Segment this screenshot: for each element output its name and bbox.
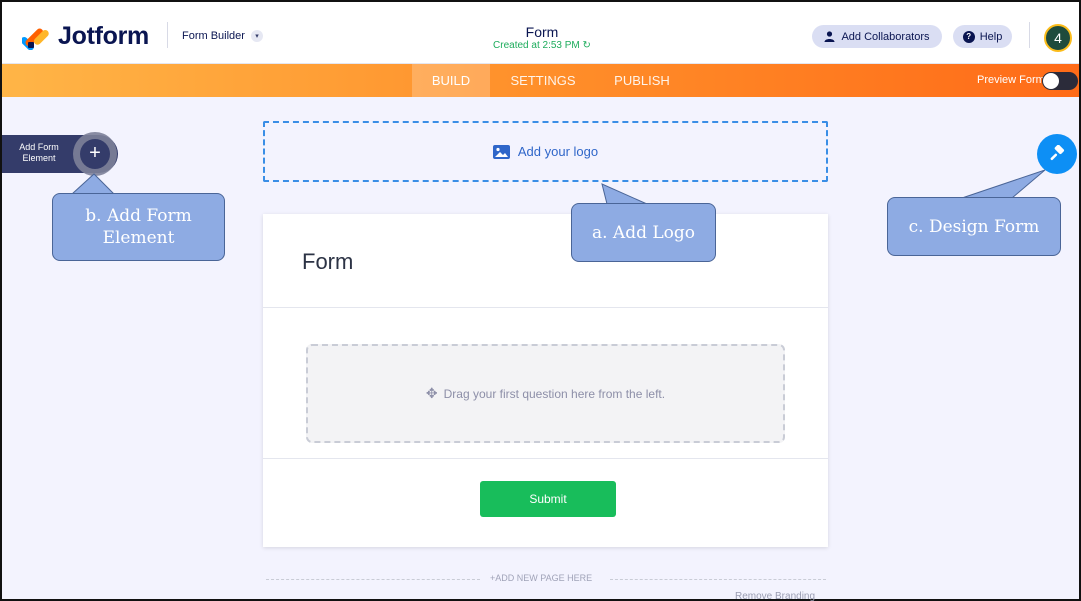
- form-card: Form ✥ Drag your first question here fro…: [263, 214, 828, 547]
- tab-build[interactable]: BUILD: [412, 64, 490, 97]
- top-header: Jotform Form Builder ▾ Form Created at 2…: [2, 2, 1079, 64]
- chevron-down-icon: ▾: [250, 30, 263, 42]
- jotform-logo[interactable]: Jotform: [22, 22, 149, 51]
- callout-c-text: c. Design Form: [908, 216, 1040, 237]
- avatar-badge: 4: [1054, 30, 1062, 46]
- tab-publish[interactable]: PUBLISH: [602, 64, 682, 97]
- builder-select-label: Form Builder: [182, 30, 245, 42]
- image-icon: [492, 144, 510, 159]
- add-collaborators-label: Add Collaborators: [841, 30, 930, 43]
- question-drop-zone[interactable]: ✥ Drag your first question here from the…: [306, 344, 785, 443]
- help-label: Help: [979, 30, 1003, 43]
- add-page-line-right: [610, 579, 826, 580]
- avatar[interactable]: 4: [1044, 24, 1072, 52]
- callout-c-pointer: [961, 169, 1046, 199]
- callout-b-text: b. Add Form Element: [85, 206, 192, 248]
- add-collaborators-button[interactable]: Add Collaborators: [812, 25, 942, 48]
- callout-add-logo: a. Add Logo: [571, 203, 716, 262]
- refresh-icon: ↻: [582, 40, 591, 51]
- form-title-block: Form Created at 2:53 PM ↻: [442, 24, 642, 52]
- toggle-knob: [1043, 73, 1059, 89]
- form-heading[interactable]: Form: [302, 249, 353, 275]
- created-time: Created at 2:53 PM: [493, 40, 580, 51]
- callout-design-form: c. Design Form: [887, 197, 1061, 256]
- builder-select[interactable]: Form Builder ▾: [182, 30, 263, 42]
- preview-form-label: Preview Form: [977, 74, 1045, 86]
- paint-roller-icon: [1050, 145, 1065, 161]
- drop-hint: Drag your first question here from the l…: [443, 386, 666, 401]
- form-designer-button[interactable]: [1037, 134, 1077, 174]
- add-new-page-link[interactable]: +ADD NEW PAGE HERE: [490, 573, 592, 583]
- card-divider-bottom: [263, 458, 828, 459]
- add-form-element-button[interactable]: +: [80, 139, 110, 169]
- jotform-logo-icon: [22, 28, 49, 50]
- form-title[interactable]: Form: [442, 24, 642, 40]
- move-icon: ✥: [425, 385, 438, 401]
- remove-branding-link[interactable]: Remove Branding: [735, 591, 815, 601]
- callout-a-text: a. Add Logo: [591, 222, 696, 243]
- help-icon: ?: [962, 30, 975, 43]
- add-form-element-label: Add Form Element: [19, 142, 59, 163]
- header-divider-right: [1029, 22, 1030, 48]
- add-logo-area[interactable]: Add your logo: [263, 121, 828, 182]
- builder-nav: BUILD SETTINGS PUBLISH Preview Form: [2, 64, 1079, 97]
- add-logo-label: Add your logo: [517, 144, 599, 159]
- created-status: Created at 2:53 PM ↻: [442, 40, 642, 52]
- preview-form-toggle[interactable]: [1042, 72, 1078, 90]
- help-button[interactable]: ? Help: [953, 25, 1012, 48]
- submit-button[interactable]: Submit: [480, 481, 616, 517]
- header-divider: [167, 22, 168, 48]
- user-icon: [824, 31, 835, 42]
- brand-name: Jotform: [58, 22, 149, 50]
- callout-b-pointer: [70, 173, 116, 195]
- card-divider: [263, 307, 828, 308]
- callout-add-form-element: b. Add Form Element: [52, 193, 225, 261]
- add-page-line-left: [266, 579, 480, 580]
- tab-settings[interactable]: SETTINGS: [502, 64, 584, 97]
- callout-a-pointer: [601, 183, 648, 205]
